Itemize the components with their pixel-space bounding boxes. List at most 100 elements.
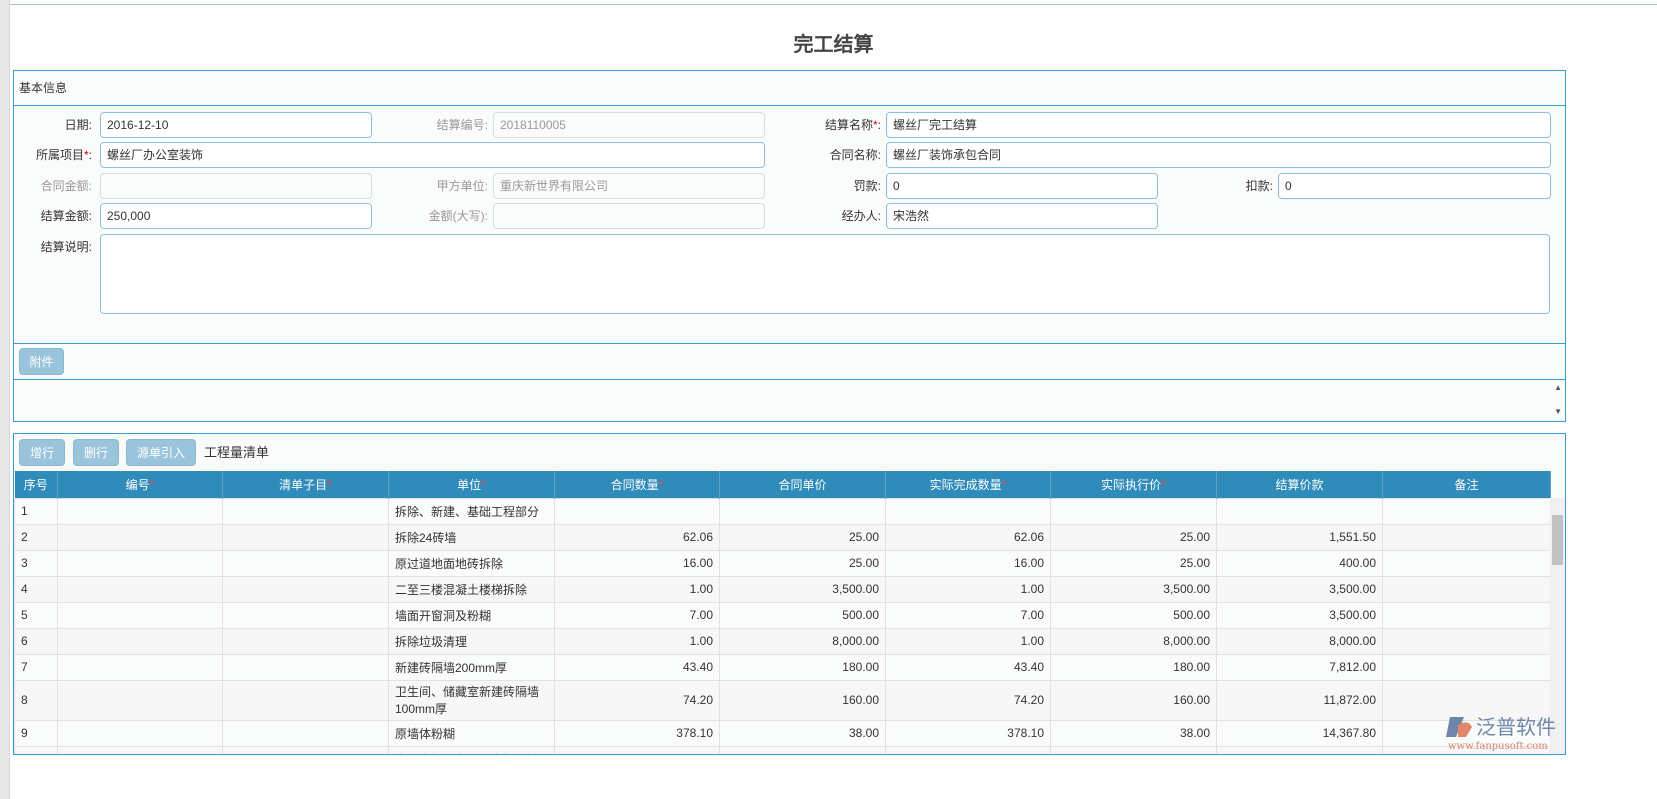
table-cell[interactable]: 62.06	[554, 523, 720, 551]
table-cell[interactable]: 拆除24砖墙	[388, 523, 555, 551]
table-cell[interactable]: 3	[14, 549, 58, 577]
table-cell[interactable]: 3,500.00	[1216, 601, 1383, 629]
column-header[interactable]: 备注	[1382, 471, 1551, 498]
table-cell[interactable]: 25.00	[719, 523, 886, 551]
table-cell[interactable]: 新建砖隔墙200mm厚	[388, 653, 555, 681]
table-cell[interactable]	[222, 575, 389, 603]
table-cell[interactable]	[222, 653, 389, 681]
table-cell[interactable]: 180.00	[719, 653, 886, 681]
table-cell[interactable]: 8,000.00	[1216, 627, 1383, 655]
table-cell[interactable]: 3,500.00	[719, 575, 886, 603]
table-row[interactable]: 8 卫生间、储藏室新建砖隔墙100mm厚 74.20 160.00 74.20 160.0…	[14, 679, 1551, 721]
table-cell[interactable]	[719, 497, 886, 525]
table-cell[interactable]	[57, 549, 223, 577]
import-button[interactable]: 源单引入	[126, 439, 196, 466]
description-textarea[interactable]	[100, 234, 1550, 314]
table-cell[interactable]	[222, 745, 389, 754]
table-cell[interactable]: 3,500.00	[1050, 575, 1217, 603]
table-cell[interactable]: 1.00	[554, 575, 720, 603]
table-cell[interactable]	[57, 745, 223, 754]
column-header[interactable]: 实际执行价*	[1050, 471, 1217, 498]
table-cell[interactable]: 7.00	[885, 601, 1051, 629]
table-cell[interactable]: 16.00	[554, 549, 720, 577]
table-cell[interactable]	[222, 719, 389, 747]
column-header[interactable]: 结算价款	[1216, 471, 1383, 498]
table-cell[interactable]	[1382, 497, 1551, 525]
date-input[interactable]: 2016-12-10	[100, 112, 372, 138]
table-cell[interactable]	[1382, 523, 1551, 551]
table-cell[interactable]: 132.65	[554, 745, 720, 754]
table-row[interactable]: 6 拆除垃圾清理 1.00 8,000.00 1.00 8,000.00 8,000.00	[14, 627, 1551, 655]
table-cell[interactable]	[222, 601, 389, 629]
table-cell[interactable]: 二至三楼混凝土楼梯拆除	[388, 575, 555, 603]
table-cell[interactable]: 11,872.00	[1216, 679, 1383, 721]
table-cell[interactable]	[57, 627, 223, 655]
table-cell[interactable]: 1.00	[554, 627, 720, 655]
column-header[interactable]: 实际完成数量*	[885, 471, 1051, 498]
table-cell[interactable]: 400.00	[1216, 549, 1383, 577]
table-cell[interactable]: 43.40	[554, 653, 720, 681]
column-header[interactable]: 单位*	[388, 471, 555, 498]
table-cell[interactable]: 74.20	[554, 679, 720, 721]
contract-name-input[interactable]: 螺丝厂装饰承包合同	[886, 142, 1551, 168]
table-row[interactable]: 4 二至三楼混凝土楼梯拆除 1.00 3,500.00 1.00 3,500.00 3,50…	[14, 575, 1551, 603]
table-row[interactable]: 5 墙面开窗洞及粉糊 7.00 500.00 7.00 500.00 3,500.00	[14, 601, 1551, 629]
table-cell[interactable]	[1382, 601, 1551, 629]
table-cell[interactable]: 180.00	[1050, 653, 1217, 681]
table-cell[interactable]: 378.10	[554, 719, 720, 747]
table-cell[interactable]: 卫生间、储藏室新建砖隔墙100mm厚	[388, 679, 555, 721]
table-cell[interactable]: 9	[14, 719, 58, 747]
scrollbar-thumb[interactable]	[1552, 515, 1563, 565]
attachment-button[interactable]: 附件	[19, 348, 64, 375]
penalty-input[interactable]: 0	[886, 173, 1158, 199]
contract-amount-input[interactable]	[100, 173, 372, 199]
table-cell[interactable]: 4	[14, 575, 58, 603]
table-cell[interactable]: 62.06	[885, 523, 1051, 551]
table-cell[interactable]: 5	[14, 601, 58, 629]
table-cell[interactable]	[1382, 549, 1551, 577]
settlement-amount-input[interactable]: 250,000	[100, 203, 372, 229]
column-header[interactable]: 合同数量*	[554, 471, 720, 498]
table-cell[interactable]	[57, 719, 223, 747]
table-cell[interactable]	[1382, 575, 1551, 603]
table-cell[interactable]	[222, 679, 389, 721]
table-cell[interactable]	[222, 523, 389, 551]
table-cell[interactable]	[554, 497, 720, 525]
table-cell[interactable]: 6	[14, 627, 58, 655]
add-row-button[interactable]: 增行	[19, 439, 65, 466]
table-cell[interactable]: 1	[14, 497, 58, 525]
table-row[interactable]: 10办公室轻钢龙骨石膏板隔墙132.65105.00132.65105.0013…	[14, 745, 1551, 754]
table-cell[interactable]	[57, 601, 223, 629]
table-cell[interactable]: 10	[14, 745, 58, 754]
table-cell[interactable]: 25.00	[1050, 549, 1217, 577]
handler-input[interactable]: 宋浩然	[886, 203, 1158, 229]
table-cell[interactable]	[57, 523, 223, 551]
scroll-down-icon[interactable]: ▼	[1554, 407, 1562, 416]
table-cell[interactable]: 1,551.50	[1216, 523, 1383, 551]
table-cell[interactable]: 13,928.25	[1216, 745, 1383, 754]
table-cell[interactable]: 38.00	[719, 719, 886, 747]
table-cell[interactable]	[57, 575, 223, 603]
column-header[interactable]: 编号*	[57, 471, 223, 498]
table-cell[interactable]: 378.10	[885, 719, 1051, 747]
table-cell[interactable]: 拆除垃圾清理	[388, 627, 555, 655]
table-cell[interactable]	[57, 653, 223, 681]
table-cell[interactable]	[1050, 497, 1217, 525]
party-a-input[interactable]: 重庆新世界有限公司	[493, 173, 765, 199]
table-cell[interactable]	[1382, 653, 1551, 681]
table-cell[interactable]: 160.00	[719, 679, 886, 721]
table-row[interactable]: 7 新建砖隔墙200mm厚 43.40 180.00 43.40 180.00 7,812.…	[14, 653, 1551, 681]
table-row[interactable]: 9 原墙体粉糊 378.10 38.00 378.10 38.00 14,367.80	[14, 719, 1551, 747]
table-cell[interactable]: 8	[14, 679, 58, 721]
table-cell[interactable]: 1.00	[885, 575, 1051, 603]
table-cell[interactable]: 8,000.00	[1050, 627, 1217, 655]
table-cell[interactable]: 1.00	[885, 627, 1051, 655]
table-cell[interactable]: 25.00	[1050, 523, 1217, 551]
table-cell[interactable]: 8,000.00	[719, 627, 886, 655]
scroll-up-icon[interactable]: ▲	[1554, 383, 1562, 392]
table-cell[interactable]: 105.00	[1050, 745, 1217, 754]
table-cell[interactable]	[57, 497, 223, 525]
deduction-input[interactable]: 0	[1278, 173, 1551, 199]
table-cell[interactable]: 38.00	[1050, 719, 1217, 747]
table-cell[interactable]: 500.00	[719, 601, 886, 629]
